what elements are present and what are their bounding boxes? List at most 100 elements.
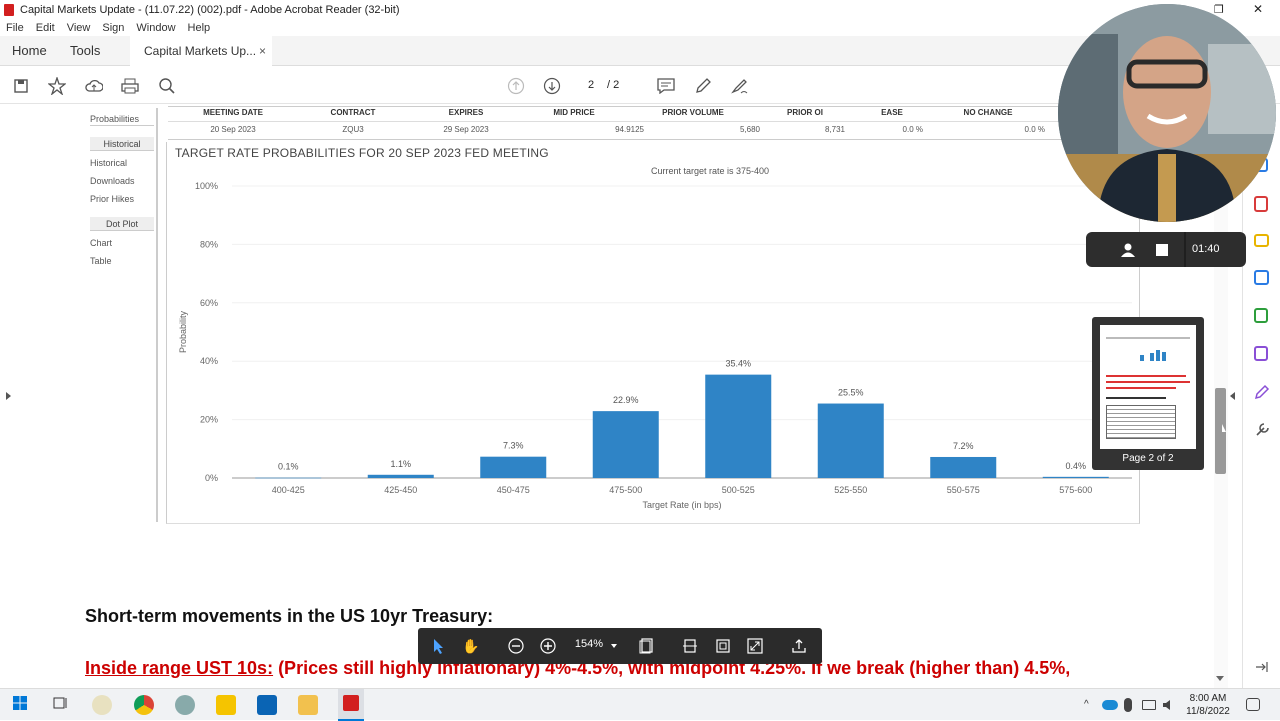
chart-title: TARGET RATE PROBABILITIES FOR 20 SEP 202… bbox=[175, 146, 549, 160]
table-header: EXPIRES bbox=[448, 108, 484, 117]
page-number-input[interactable]: 2 bbox=[582, 76, 600, 94]
zoom-dropdown-icon[interactable] bbox=[611, 644, 617, 648]
task-view-icon[interactable] bbox=[52, 695, 72, 715]
menu-bar: File Edit View Sign Window Help bbox=[0, 20, 1280, 36]
comment-icon[interactable] bbox=[656, 76, 676, 96]
x-tick-label: 400-425 bbox=[272, 485, 305, 495]
y-tick-label: 20% bbox=[200, 415, 218, 425]
upload-cloud-icon[interactable] bbox=[84, 76, 104, 96]
bar bbox=[930, 456, 997, 478]
zoom-in-icon[interactable] bbox=[539, 637, 557, 655]
share-upload-icon[interactable] bbox=[790, 637, 808, 655]
menu-view[interactable]: View bbox=[67, 22, 91, 34]
page-thumbnail-preview[interactable]: Page 2 of 2 bbox=[1092, 317, 1204, 470]
probability-bar-chart: 0% 20% 40% 60% 80% 100% Probability Target Rate… bbox=[178, 181, 1132, 510]
star-icon[interactable] bbox=[47, 76, 67, 96]
sign-icon[interactable] bbox=[730, 76, 750, 96]
onedrive-icon[interactable] bbox=[1102, 700, 1118, 710]
prev-page-icon[interactable] bbox=[506, 76, 526, 96]
bar bbox=[480, 456, 547, 478]
search-icon[interactable] bbox=[157, 76, 177, 96]
x-tick-label: 450-475 bbox=[497, 485, 530, 495]
app-icon[interactable] bbox=[175, 695, 195, 715]
data-label: 7.3% bbox=[503, 441, 524, 451]
taskbar: ^ 8:00 AM 11/8/2022 bbox=[0, 688, 1280, 721]
combine-files-icon[interactable] bbox=[1254, 270, 1269, 285]
sidebar-table: Table bbox=[90, 256, 112, 266]
right-panel-toggle-icon[interactable] bbox=[1230, 392, 1235, 400]
stop-recording-icon[interactable] bbox=[1156, 244, 1168, 256]
select-arrow-icon[interactable] bbox=[430, 637, 448, 655]
outlook-icon[interactable] bbox=[257, 695, 277, 715]
edit-pdf-icon[interactable] bbox=[1254, 384, 1270, 400]
table-header: PRIOR VOLUME bbox=[662, 108, 724, 117]
volume-icon[interactable] bbox=[1162, 698, 1176, 712]
page-view-icon[interactable] bbox=[638, 637, 656, 655]
data-label: 0.1% bbox=[278, 462, 299, 472]
page-total: / 2 bbox=[607, 79, 620, 91]
left-panel-toggle-icon[interactable] bbox=[6, 392, 11, 400]
fit-page-icon[interactable] bbox=[714, 637, 732, 655]
print-icon[interactable] bbox=[120, 76, 140, 96]
x-tick-label: 475-500 bbox=[609, 485, 642, 495]
x-tick-label: 500-525 bbox=[722, 485, 755, 495]
organize-pages-icon[interactable] bbox=[1254, 308, 1268, 323]
tray-chevron-icon[interactable]: ^ bbox=[1084, 699, 1089, 710]
scroll-down-icon[interactable] bbox=[1216, 676, 1224, 681]
table-header: NO CHANGE bbox=[963, 108, 1013, 117]
more-tools-icon[interactable] bbox=[1254, 422, 1270, 438]
sidebar-chart: Chart bbox=[90, 238, 113, 248]
browser-icon[interactable] bbox=[92, 695, 112, 715]
comment-tool-icon[interactable] bbox=[1254, 234, 1269, 247]
tab-tools[interactable]: Tools bbox=[70, 36, 100, 66]
bar bbox=[367, 474, 434, 478]
y-tick-label: 60% bbox=[200, 298, 218, 308]
next-page-icon[interactable] bbox=[542, 76, 562, 96]
file-explorer-icon[interactable] bbox=[298, 695, 318, 715]
save-icon[interactable] bbox=[11, 76, 31, 96]
fill-sign-icon[interactable] bbox=[1254, 346, 1268, 361]
menu-window[interactable]: Window bbox=[136, 22, 175, 34]
data-label: 0.4% bbox=[1065, 461, 1086, 471]
hand-tool-icon[interactable]: ✋ bbox=[462, 637, 480, 655]
recording-control-bar: 01:40 bbox=[1086, 232, 1246, 267]
menu-edit[interactable]: Edit bbox=[36, 22, 55, 34]
zoom-out-icon[interactable] bbox=[507, 637, 525, 655]
menu-sign[interactable]: Sign bbox=[102, 22, 124, 34]
export-pdf-icon[interactable] bbox=[1254, 196, 1268, 212]
chrome-icon[interactable] bbox=[134, 695, 154, 715]
acrobat-taskbar-item[interactable] bbox=[338, 689, 364, 721]
floating-toolbar: ✋ 154% bbox=[418, 628, 822, 664]
close-tab-icon[interactable]: × bbox=[259, 36, 266, 66]
fit-width-icon[interactable] bbox=[681, 637, 699, 655]
menu-file[interactable]: File bbox=[6, 22, 24, 34]
taskbar-clock[interactable]: 8:00 AM 11/8/2022 bbox=[1180, 692, 1236, 718]
full-screen-icon[interactable] bbox=[746, 637, 764, 655]
title-bar: Capital Markets Update - (11.07.22) (002… bbox=[0, 0, 1280, 20]
sticky-notes-icon[interactable] bbox=[216, 695, 236, 715]
pen-icon[interactable] bbox=[693, 76, 713, 96]
tab-document[interactable]: Capital Markets Up... × bbox=[130, 36, 272, 66]
person-icon[interactable] bbox=[1120, 242, 1136, 258]
tab-home[interactable]: Home bbox=[12, 36, 47, 66]
table-cell: 94.9125 bbox=[615, 125, 644, 134]
acrobat-icon bbox=[4, 4, 14, 16]
close-window-icon[interactable]: ✕ bbox=[1253, 2, 1263, 16]
y-tick-label: 80% bbox=[200, 239, 218, 249]
x-tick-label: 525-550 bbox=[834, 485, 867, 495]
windows-start-icon[interactable] bbox=[12, 695, 32, 715]
notifications-icon[interactable] bbox=[1246, 698, 1260, 711]
red-label: Inside range UST 10s: bbox=[85, 658, 274, 678]
battery-icon[interactable] bbox=[1142, 700, 1156, 710]
y-tick-label: 0% bbox=[205, 473, 218, 483]
x-tick-label: 550-575 bbox=[947, 485, 980, 495]
restore-icon[interactable]: ❐ bbox=[1214, 3, 1224, 16]
sidebar-historical: Historical bbox=[90, 158, 128, 168]
zoom-level[interactable]: 154% bbox=[574, 638, 604, 650]
menu-help[interactable]: Help bbox=[188, 22, 211, 34]
data-label: 22.9% bbox=[613, 395, 639, 405]
collapse-panel-icon[interactable] bbox=[1255, 660, 1269, 674]
window-title: Capital Markets Update - (11.07.22) (002… bbox=[20, 4, 400, 16]
bar bbox=[1042, 476, 1109, 478]
microphone-icon[interactable] bbox=[1124, 698, 1132, 712]
